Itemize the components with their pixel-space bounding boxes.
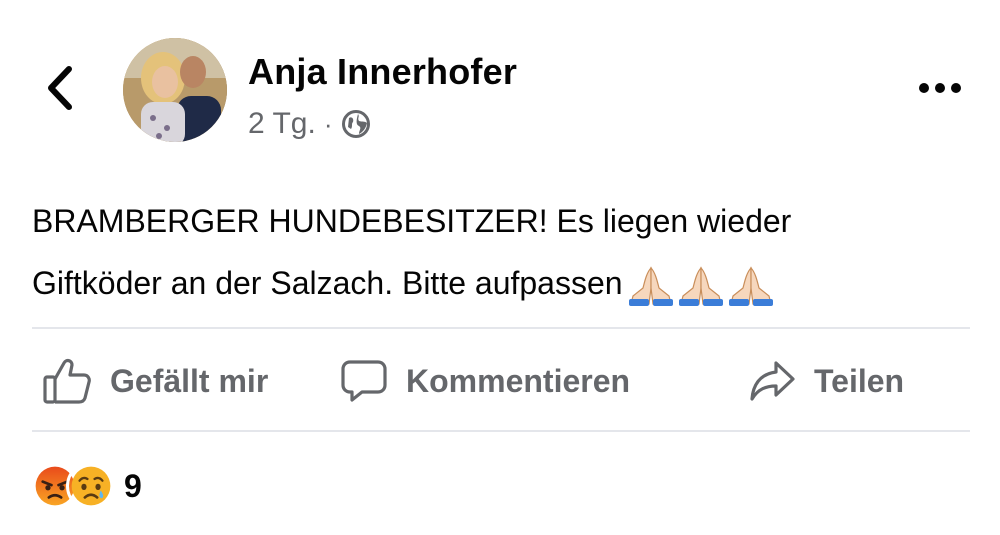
sad-icon — [66, 461, 116, 511]
like-button[interactable]: Gefällt mir — [42, 350, 268, 412]
comment-label: Kommentieren — [406, 362, 631, 399]
reactions-summary[interactable]: 9 — [30, 458, 142, 514]
divider-top — [32, 327, 970, 329]
post-text-line-2-text: Giftköder an der Salzach. Bitte aufpasse… — [32, 265, 623, 301]
more-options-button[interactable] — [912, 72, 968, 104]
folded-hands-icon — [728, 266, 773, 306]
post-text: BRAMBERGER HUNDEBESITZER! Es liegen wied… — [32, 190, 972, 314]
back-button[interactable] — [40, 62, 80, 114]
avatar-photo — [123, 38, 227, 142]
folded-hands-icon — [678, 266, 723, 306]
chevron-left-icon — [48, 66, 72, 110]
meta-separator: · — [323, 108, 333, 139]
post-meta: 2 Tg. · — [248, 105, 371, 143]
post-time[interactable]: 2 Tg. — [248, 107, 316, 141]
share-button[interactable]: Teilen — [748, 350, 904, 412]
globe-icon — [341, 110, 370, 138]
share-arrow-icon — [750, 361, 795, 401]
post-text-line-1: BRAMBERGER HUNDEBESITZER! Es liegen wied… — [32, 203, 792, 239]
reaction-count: 9 — [124, 467, 142, 504]
comment-bubble-icon — [341, 360, 387, 402]
like-label: Gefällt mir — [110, 362, 269, 399]
folded-hands-icon — [628, 266, 673, 306]
post-text-line-2: Giftköder an der Salzach. Bitte aufpasse… — [32, 252, 972, 314]
facebook-post: Anja Innerhofer 2 Tg. · BRAMBERGER HUNDE… — [0, 0, 1000, 535]
thumbs-up-icon — [43, 358, 91, 404]
comment-button[interactable]: Kommentieren — [340, 350, 630, 412]
more-dots-icon — [919, 83, 961, 93]
folded-hands-emojis — [627, 266, 775, 306]
share-label: Teilen — [814, 362, 905, 399]
avatar[interactable] — [123, 38, 227, 142]
author-name[interactable]: Anja Innerhofer — [248, 51, 517, 93]
divider-bottom — [32, 430, 970, 432]
